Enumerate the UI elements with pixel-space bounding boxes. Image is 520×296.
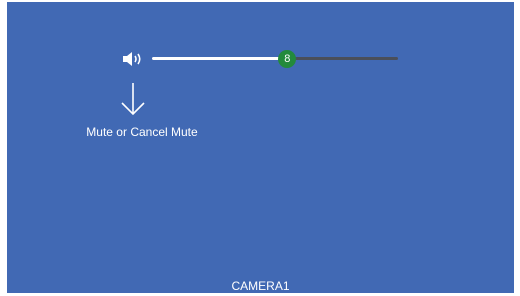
volume-slider-fill [152, 57, 288, 60]
speaker-volume-icon[interactable] [121, 51, 147, 67]
camera-screen: 8 Mute or Cancel Mute CAMERA1 [7, 2, 514, 293]
mute-hint-label: Mute or Cancel Mute [86, 125, 198, 139]
camera-name-label: CAMERA1 [231, 279, 290, 293]
volume-slider-thumb[interactable]: 8 [278, 50, 297, 68]
volume-slider[interactable]: 8 [152, 50, 398, 68]
down-arrow-icon [119, 82, 147, 116]
